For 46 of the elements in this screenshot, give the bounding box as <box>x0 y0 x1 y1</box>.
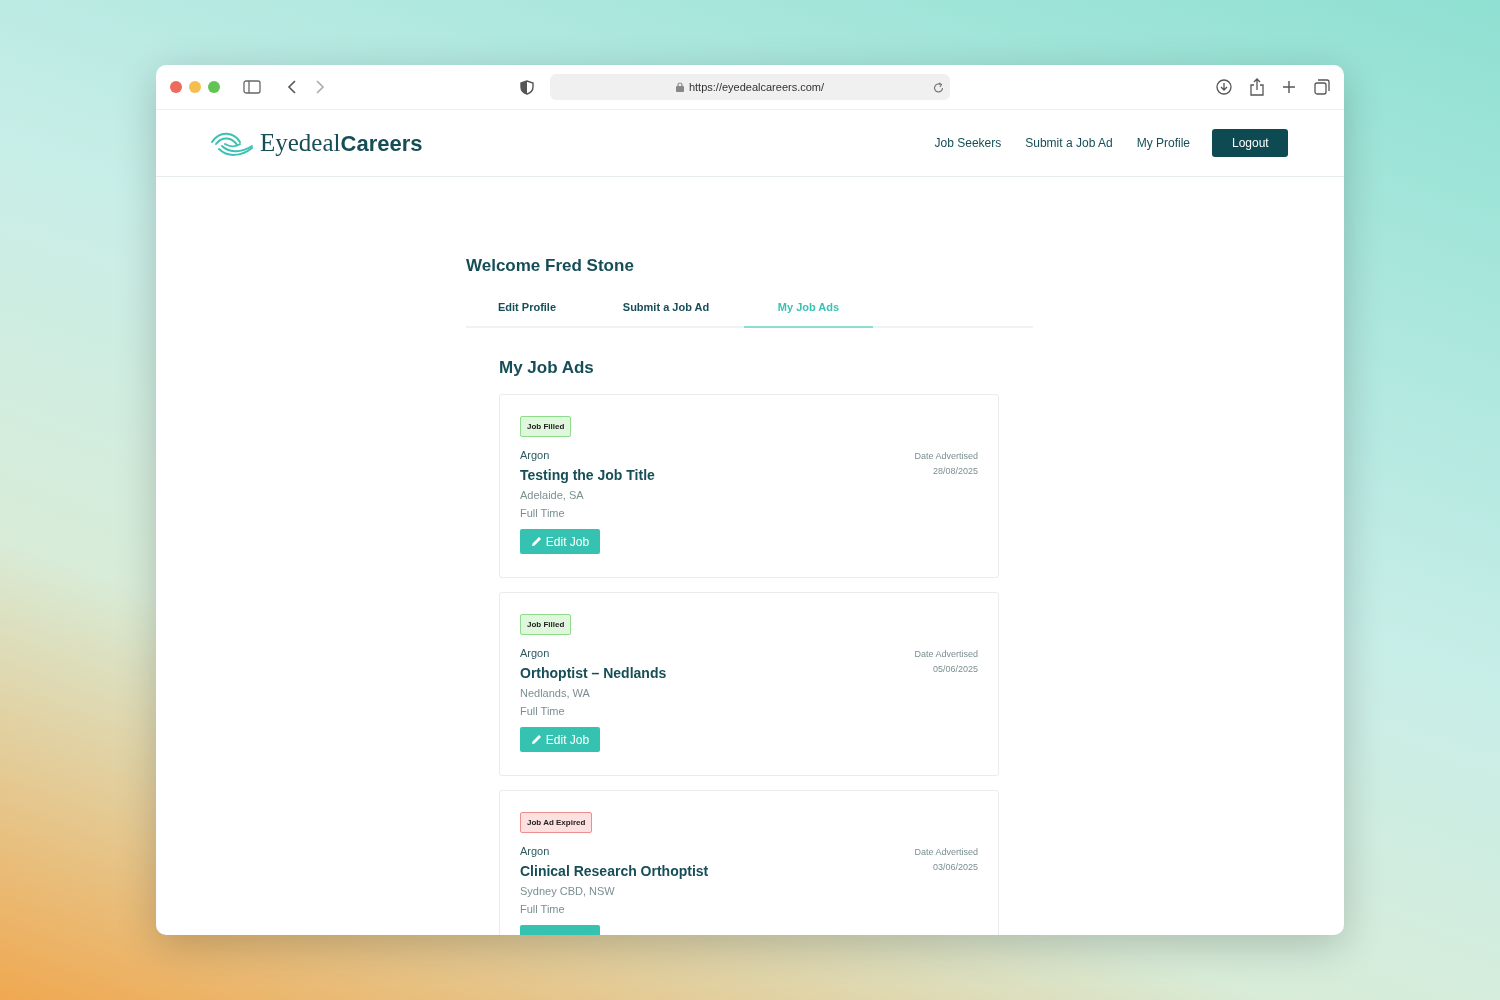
tabs-overview-icon[interactable] <box>1314 79 1330 95</box>
back-icon[interactable] <box>287 80 296 94</box>
site-logo[interactable]: EyedealCareers <box>260 129 423 157</box>
job-location: Adelaide, SA <box>520 489 585 501</box>
tab[interactable]: Edit Profile <box>466 301 588 328</box>
job-location: Sydney CBD, NSW <box>520 885 616 897</box>
shield-icon[interactable] <box>520 79 534 95</box>
date-advertised: 28/08/2025 <box>931 466 978 476</box>
company-name: Argon <box>520 845 551 857</box>
lock-icon <box>675 82 684 92</box>
reload-icon[interactable] <box>933 81 944 93</box>
forward-icon[interactable] <box>316 80 325 94</box>
logo-icon <box>210 130 254 156</box>
pencil-icon <box>530 734 542 745</box>
close-window-icon[interactable] <box>170 81 182 93</box>
sidebar-icon[interactable] <box>243 80 261 94</box>
date-advertised: 03/06/2025 <box>931 862 978 872</box>
logout-button[interactable]: Logout <box>1212 129 1288 157</box>
nav-link[interactable]: My Profile <box>1136 136 1190 150</box>
date-advertised: 05/06/2025 <box>931 664 978 674</box>
status-badge: Job Ad Expired <box>520 812 593 833</box>
job-type: Full Time <box>520 507 566 519</box>
maximize-window-icon[interactable] <box>208 81 220 93</box>
job-title[interactable]: Orthoptist – Nedlands <box>520 665 667 681</box>
tab[interactable]: Submit a Job Ad <box>605 301 727 328</box>
job-title[interactable]: Testing the Job Title <box>520 467 655 483</box>
nav-link[interactable]: Job Seekers <box>934 136 1002 150</box>
nav-link[interactable]: Submit a Job Ad <box>1025 136 1113 150</box>
date-label: Date Advertised <box>914 649 978 659</box>
company-name: Argon <box>520 449 551 461</box>
address-bar[interactable]: https://eyedealcareers.com/ <box>688 81 825 93</box>
share-icon[interactable] <box>1250 78 1264 96</box>
pencil-icon <box>530 536 542 547</box>
date-label: Date Advertised <box>914 451 978 461</box>
company-name: Argon <box>520 647 551 659</box>
status-badge: Job Filled <box>520 416 572 437</box>
job-location: Nedlands, WA <box>520 687 591 699</box>
job-title[interactable]: Clinical Research Orthoptist <box>520 863 709 879</box>
job-type: Full Time <box>520 903 566 915</box>
section-heading: My Job Ads <box>499 358 595 378</box>
job-type: Full Time <box>520 705 566 717</box>
new-tab-icon[interactable] <box>1282 80 1296 94</box>
download-icon[interactable] <box>1216 79 1232 95</box>
welcome-heading: Welcome Fred Stone <box>466 256 635 276</box>
date-label: Date Advertised <box>914 847 978 857</box>
status-badge: Job Filled <box>520 614 572 635</box>
